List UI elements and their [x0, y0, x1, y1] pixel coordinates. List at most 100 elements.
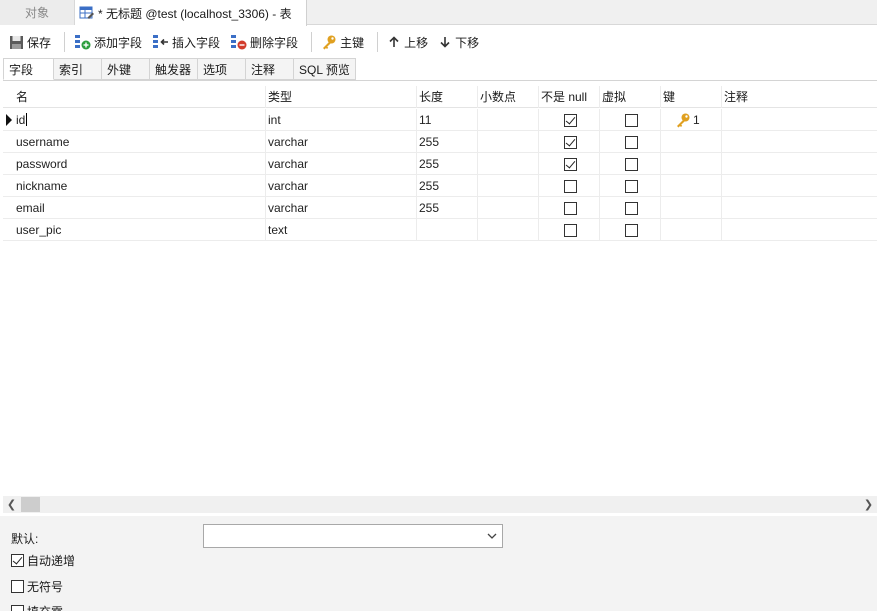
cell-comment[interactable]	[721, 219, 877, 241]
cell-key[interactable]	[660, 131, 721, 153]
cell-comment[interactable]	[721, 175, 877, 197]
scroll-right-icon[interactable]: ❯	[860, 496, 877, 513]
cell-name[interactable]: password	[14, 153, 265, 175]
tab-fields[interactable]: 字段	[3, 58, 54, 80]
column-header-virtual[interactable]: 虚拟	[599, 86, 660, 108]
cell-virtual[interactable]	[599, 197, 660, 219]
insert-field-button[interactable]: 插入字段	[149, 30, 223, 54]
primary-key-button[interactable]: 主键	[318, 30, 367, 54]
column-header-name[interactable]: 名	[14, 86, 265, 108]
cell-type[interactable]: varchar	[265, 153, 416, 175]
checkbox[interactable]	[563, 201, 577, 215]
checkbox[interactable]	[563, 157, 577, 171]
cell-length[interactable]: 255	[416, 153, 477, 175]
cell-decimals[interactable]	[477, 175, 538, 197]
tab-comment[interactable]: 注释	[246, 58, 294, 80]
tab-triggers[interactable]: 触发器	[150, 58, 198, 80]
cell-type[interactable]: varchar	[265, 197, 416, 219]
column-header-comment[interactable]: 注释	[721, 86, 877, 108]
cell-name[interactable]: id	[14, 109, 265, 131]
move-up-button[interactable]: 上移	[384, 30, 431, 54]
column-header-decimals[interactable]: 小数点	[477, 86, 538, 108]
cell-comment[interactable]	[721, 109, 877, 131]
cell-not-null[interactable]	[538, 219, 599, 241]
cell-virtual[interactable]	[599, 219, 660, 241]
tab-objects[interactable]: 对象	[0, 0, 75, 25]
cell-name[interactable]: user_pic	[14, 219, 265, 241]
cell-length[interactable]: 255	[416, 175, 477, 197]
cell-decimals[interactable]	[477, 109, 538, 131]
cell-name[interactable]: username	[14, 131, 265, 153]
add-field-button[interactable]: 添加字段	[71, 30, 145, 54]
cell-length[interactable]: 255	[416, 131, 477, 153]
cell-length-text: 11	[419, 113, 432, 127]
checkbox[interactable]	[624, 201, 638, 215]
cell-comment[interactable]	[721, 131, 877, 153]
cell-type[interactable]: varchar	[265, 131, 416, 153]
cell-not-null[interactable]	[538, 175, 599, 197]
save-button[interactable]: 保存	[6, 30, 54, 54]
cell-not-null[interactable]	[538, 197, 599, 219]
checkbox[interactable]	[624, 179, 638, 193]
move-down-button[interactable]: 下移	[435, 30, 482, 54]
cell-key[interactable]: 1	[660, 109, 721, 131]
checkbox[interactable]	[624, 223, 638, 237]
unsigned-checkbox[interactable]: 无符号	[11, 578, 63, 595]
column-header-length[interactable]: 长度	[416, 86, 477, 108]
tab-indexes[interactable]: 索引	[54, 58, 102, 80]
checkbox[interactable]	[563, 113, 577, 127]
cell-type[interactable]: varchar	[265, 175, 416, 197]
cell-virtual[interactable]	[599, 175, 660, 197]
cell-name[interactable]: email	[14, 197, 265, 219]
cell-comment[interactable]	[721, 197, 877, 219]
scroll-left-icon[interactable]: ❮	[3, 496, 20, 513]
table-row[interactable]: nickname varchar 255	[3, 175, 877, 197]
cell-key[interactable]	[660, 153, 721, 175]
auto-increment-checkbox[interactable]: 自动递增	[11, 552, 75, 569]
checkbox[interactable]	[624, 113, 638, 127]
checkbox[interactable]	[624, 157, 638, 171]
cell-type[interactable]: int	[265, 109, 416, 131]
column-header-key[interactable]: 键	[660, 86, 721, 108]
checkbox[interactable]	[624, 135, 638, 149]
cell-length[interactable]: 11	[416, 109, 477, 131]
cell-decimals[interactable]	[477, 219, 538, 241]
tab-foreign-keys[interactable]: 外键	[102, 58, 150, 80]
cell-key[interactable]	[660, 219, 721, 241]
table-row[interactable]: password varchar 255	[3, 153, 877, 175]
checkbox[interactable]	[563, 223, 577, 237]
tab-table-design[interactable]: * 无标题 @test (localhost_3306) - 表	[75, 0, 307, 26]
table-row[interactable]: user_pic text	[3, 219, 877, 241]
delete-field-button[interactable]: 删除字段	[227, 30, 301, 54]
zerofill-checkbox[interactable]: 填充零	[11, 603, 63, 611]
cell-decimals[interactable]	[477, 153, 538, 175]
cell-length[interactable]: 255	[416, 197, 477, 219]
cell-virtual[interactable]	[599, 131, 660, 153]
arrow-up-icon	[389, 36, 399, 47]
scrollbar-thumb[interactable]	[21, 497, 40, 512]
cell-key[interactable]	[660, 175, 721, 197]
cell-comment[interactable]	[721, 153, 877, 175]
checkbox[interactable]	[563, 179, 577, 193]
table-row[interactable]: email varchar 255	[3, 197, 877, 219]
cell-virtual[interactable]	[599, 153, 660, 175]
checkbox[interactable]	[563, 135, 577, 149]
cell-decimals[interactable]	[477, 197, 538, 219]
cell-length[interactable]	[416, 219, 477, 241]
table-row[interactable]: id int 11 1	[3, 109, 877, 131]
cell-not-null[interactable]	[538, 109, 599, 131]
cell-not-null[interactable]	[538, 131, 599, 153]
tab-options[interactable]: 选项	[198, 58, 246, 80]
column-header-not-null[interactable]: 不是 null	[538, 86, 599, 108]
cell-key[interactable]	[660, 197, 721, 219]
cell-name[interactable]: nickname	[14, 175, 265, 197]
default-value-combobox[interactable]	[203, 524, 503, 548]
cell-decimals[interactable]	[477, 131, 538, 153]
horizontal-scrollbar[interactable]: ❮ ❯	[3, 496, 877, 513]
cell-not-null[interactable]	[538, 153, 599, 175]
cell-type[interactable]: text	[265, 219, 416, 241]
table-row[interactable]: username varchar 255	[3, 131, 877, 153]
cell-virtual[interactable]	[599, 109, 660, 131]
column-header-type[interactable]: 类型	[265, 86, 416, 108]
tab-sql-preview[interactable]: SQL 预览	[294, 58, 356, 80]
